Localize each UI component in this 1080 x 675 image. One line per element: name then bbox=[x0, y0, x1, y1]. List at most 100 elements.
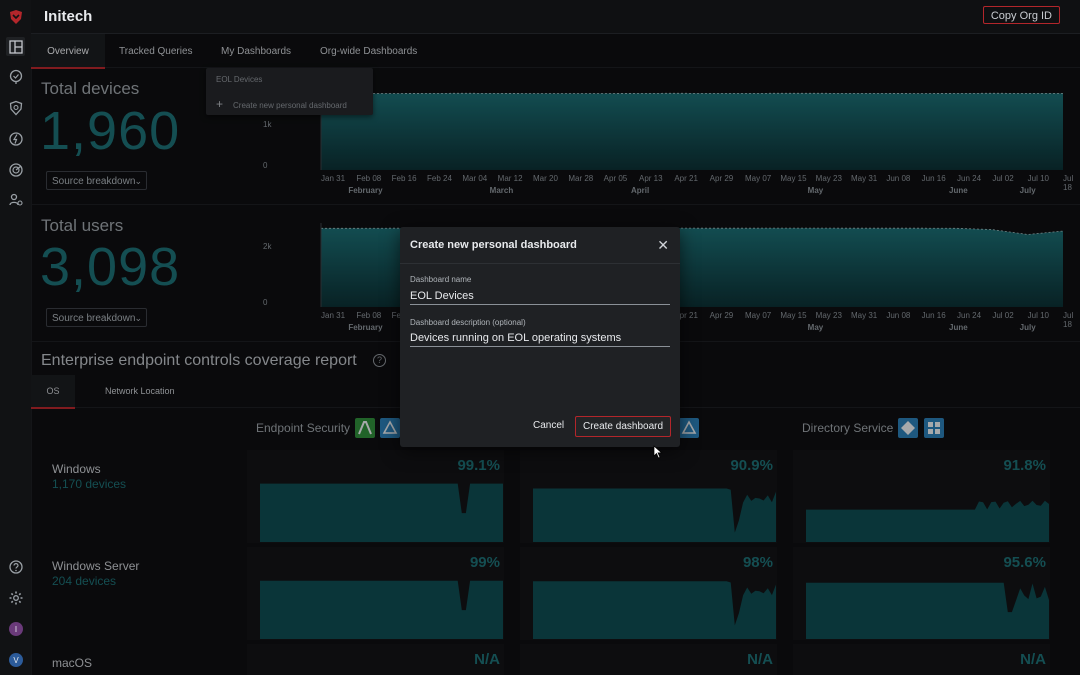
x-tick-label: Jun 24 bbox=[957, 311, 982, 320]
row-os-name: Windows Server bbox=[52, 559, 140, 573]
row-os-name: macOS bbox=[52, 656, 93, 670]
dropdown-item-create-dashboard[interactable]: + Create new personal dashboard bbox=[216, 97, 347, 111]
x-tick-label: May 07 bbox=[745, 174, 772, 183]
dashboard-description-label: Dashboard description (optional) bbox=[410, 318, 526, 327]
create-dashboard-label: Create new personal dashboard bbox=[233, 101, 347, 110]
close-icon[interactable]: ✕ bbox=[657, 237, 669, 254]
tab-org-wide-dashboards[interactable]: Org-wide Dashboards bbox=[306, 34, 431, 67]
x-month-label: July bbox=[1019, 186, 1036, 195]
bolt-icon[interactable] bbox=[6, 129, 25, 148]
x-month-label: June bbox=[949, 186, 968, 195]
help-circle-icon[interactable]: ? bbox=[373, 354, 386, 367]
create-dashboard-button[interactable]: Create dashboard bbox=[575, 416, 671, 437]
coverage-percent: 98% bbox=[742, 554, 773, 571]
gear-icon[interactable] bbox=[6, 588, 25, 607]
x-tick-label: Jan 31 bbox=[321, 311, 346, 320]
dashboard-name-input[interactable] bbox=[410, 288, 670, 305]
chevron-down-icon: ⌄ bbox=[134, 176, 142, 186]
row-device-count[interactable]: 1,170 devices bbox=[52, 477, 126, 491]
devices-source-breakdown-select[interactable]: Source breakdown ⌄ bbox=[46, 171, 147, 190]
user-avatar[interactable]: V bbox=[6, 650, 25, 669]
coverage-area bbox=[533, 581, 776, 639]
coverage-sparkline bbox=[533, 581, 776, 639]
coverage-percent: N/A bbox=[747, 651, 773, 668]
x-month-label: May bbox=[807, 323, 824, 332]
cancel-button[interactable]: Cancel bbox=[525, 417, 572, 434]
x-tick-label: May 15 bbox=[780, 311, 807, 320]
x-tick-label: Apr 05 bbox=[603, 174, 628, 183]
coverage-area bbox=[533, 488, 776, 542]
total-devices-section: Total devices 1,960 Source breakdown ⌄ 1k… bbox=[31, 68, 1080, 205]
subtab-network-location[interactable]: Network Location bbox=[105, 375, 175, 407]
users-source-breakdown-select[interactable]: Source breakdown ⌄ bbox=[46, 308, 147, 327]
x-tick-label: Feb 08 bbox=[356, 311, 382, 320]
subtab-os[interactable]: OS bbox=[31, 375, 75, 409]
dashboard-icon[interactable] bbox=[6, 37, 25, 56]
plus-icon: + bbox=[216, 97, 224, 111]
dashboard-name-label: Dashboard name bbox=[410, 275, 472, 284]
radar-icon[interactable] bbox=[6, 160, 25, 179]
top-bar: Initech Copy Org ID bbox=[31, 0, 1080, 34]
x-month-label: April bbox=[631, 186, 650, 195]
coverage-area bbox=[260, 483, 503, 542]
endpoint-logo-icon bbox=[355, 418, 375, 438]
coverage-sparkline bbox=[260, 580, 503, 639]
x-tick-label: Jun 08 bbox=[886, 311, 911, 320]
shield-icon[interactable] bbox=[6, 98, 25, 117]
coverage-percent: 95.6% bbox=[1003, 554, 1046, 571]
coverage-percent: 99.1% bbox=[457, 457, 500, 474]
x-tick-label: Mar 04 bbox=[462, 174, 488, 183]
help-icon[interactable] bbox=[6, 557, 25, 576]
tab-my-dashboards[interactable]: My Dashboards bbox=[207, 34, 305, 67]
x-tick-label: Feb 24 bbox=[427, 174, 452, 183]
my-dashboards-dropdown: EOL Devices + Create new personal dashboa… bbox=[206, 68, 373, 115]
x-tick-label: Jul 02 bbox=[992, 311, 1014, 320]
copy-org-id-button[interactable]: Copy Org ID bbox=[982, 6, 1060, 24]
tab-overview[interactable]: Overview bbox=[31, 34, 105, 69]
row-os-name: Windows bbox=[52, 462, 101, 476]
x-tick-label: Feb 16 bbox=[391, 174, 417, 183]
dropdown-item-eol-devices[interactable]: EOL Devices bbox=[216, 75, 262, 84]
y-tick-label: 0 bbox=[263, 161, 268, 170]
x-tick-label: Apr 29 bbox=[709, 174, 734, 183]
x-tick-label: Apr 29 bbox=[709, 311, 734, 320]
x-month-label: February bbox=[348, 323, 383, 332]
user-settings-icon[interactable] bbox=[6, 190, 25, 209]
dashboard-description-input[interactable] bbox=[410, 330, 670, 347]
x-tick-label: Jul 10 bbox=[1027, 311, 1050, 320]
total-devices-count: 1,960 bbox=[40, 101, 181, 161]
y-tick-label: 2k bbox=[263, 242, 272, 251]
x-tick-label: Jun 08 bbox=[886, 174, 911, 183]
triangle-logo-icon bbox=[380, 418, 400, 438]
directory-logo-icon bbox=[898, 418, 918, 438]
source-breakdown-label: Source breakdown bbox=[52, 176, 136, 187]
coverage-sparkline bbox=[806, 582, 1049, 639]
x-tick-label: Mar 12 bbox=[497, 174, 523, 183]
sidebar: I V bbox=[0, 0, 32, 675]
x-tick-label: May 07 bbox=[745, 311, 772, 320]
series-area bbox=[321, 93, 1063, 170]
mouse-cursor-icon bbox=[653, 445, 663, 464]
org-avatar[interactable]: I bbox=[6, 619, 25, 638]
brand-logo-icon[interactable] bbox=[6, 7, 25, 26]
x-tick-label: Feb 08 bbox=[356, 174, 382, 183]
x-tick-label: Mar 28 bbox=[568, 174, 594, 183]
x-tick-label: Jul 18 bbox=[1063, 311, 1074, 329]
chevron-down-icon: ⌄ bbox=[134, 313, 142, 323]
coverage-sparkline bbox=[533, 488, 776, 542]
tab-tracked-queries[interactable]: Tracked Queries bbox=[105, 34, 207, 67]
x-tick-label: May 15 bbox=[780, 174, 807, 183]
coverage-report-title: Enterprise endpoint controls coverage re… bbox=[41, 352, 357, 369]
heart-shield-icon[interactable] bbox=[6, 67, 25, 86]
x-month-label: March bbox=[489, 186, 514, 195]
x-month-label: February bbox=[348, 186, 383, 195]
total-users-title: Total users bbox=[41, 216, 124, 235]
total-devices-title: Total devices bbox=[41, 79, 140, 98]
windows-logo-icon bbox=[924, 418, 944, 438]
y-tick-label: 0 bbox=[263, 298, 268, 307]
x-tick-label: Jan 31 bbox=[321, 174, 346, 183]
x-tick-label: Apr 21 bbox=[674, 174, 698, 183]
row-device-count[interactable]: 204 devices bbox=[52, 574, 116, 588]
x-month-label: July bbox=[1019, 323, 1036, 332]
coverage-percent: 99% bbox=[469, 554, 500, 571]
